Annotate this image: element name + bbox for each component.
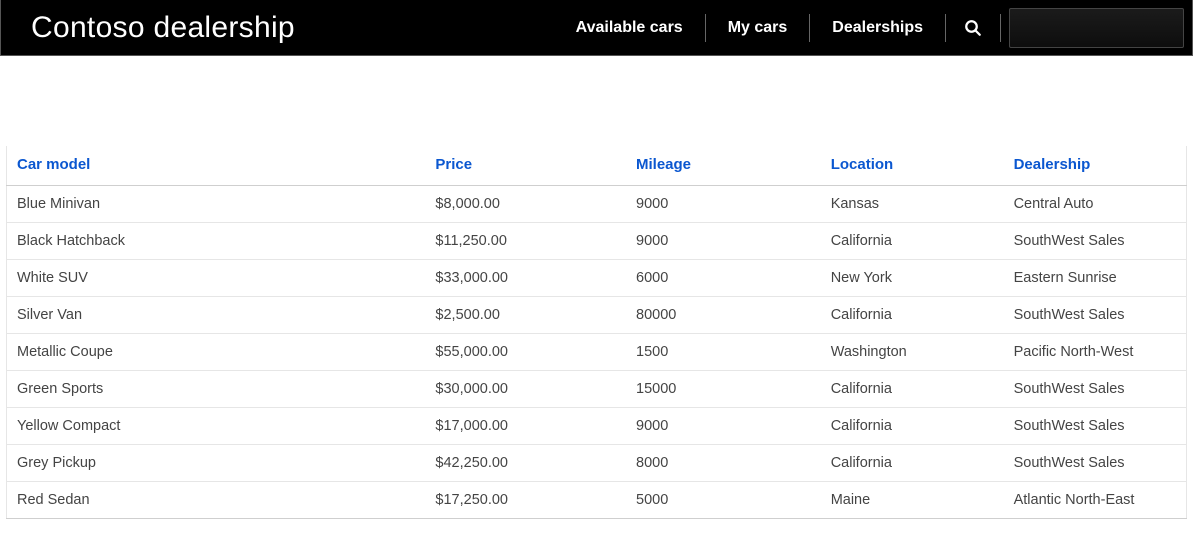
- cell-model: Red Sedan: [7, 482, 426, 519]
- table-row[interactable]: Blue Minivan$8,000.009000KansasCentral A…: [7, 186, 1187, 223]
- cell-mileage: 8000: [626, 445, 821, 482]
- cell-location: California: [821, 408, 1004, 445]
- cell-mileage: 9000: [626, 408, 821, 445]
- search-button[interactable]: [946, 14, 1001, 42]
- cell-dealership: SouthWest Sales: [1004, 297, 1187, 334]
- col-header-location[interactable]: Location: [821, 146, 1004, 186]
- cell-price: $8,000.00: [425, 186, 626, 223]
- cell-price: $17,000.00: [425, 408, 626, 445]
- cell-mileage: 6000: [626, 260, 821, 297]
- cell-price: $42,250.00: [425, 445, 626, 482]
- cell-model: Black Hatchback: [7, 223, 426, 260]
- brand-title: Contoso dealership: [31, 11, 295, 45]
- cell-model: White SUV: [7, 260, 426, 297]
- col-header-mileage[interactable]: Mileage: [626, 146, 821, 186]
- nav-dealerships[interactable]: Dealerships: [810, 14, 946, 42]
- cell-dealership: Pacific North-West: [1004, 334, 1187, 371]
- col-header-dealership[interactable]: Dealership: [1004, 146, 1187, 186]
- search-icon: [964, 19, 982, 37]
- cell-dealership: SouthWest Sales: [1004, 445, 1187, 482]
- topbar: Contoso dealership Available cars My car…: [0, 0, 1193, 56]
- table-row[interactable]: Green Sports$30,000.0015000CaliforniaSou…: [7, 371, 1187, 408]
- col-header-model[interactable]: Car model: [7, 146, 426, 186]
- cell-price: $11,250.00: [425, 223, 626, 260]
- cell-mileage: 1500: [626, 334, 821, 371]
- table-header-row: Car model Price Mileage Location Dealers…: [7, 146, 1187, 186]
- cell-location: Kansas: [821, 186, 1004, 223]
- cell-location: California: [821, 223, 1004, 260]
- cell-location: Maine: [821, 482, 1004, 519]
- cell-model: Yellow Compact: [7, 408, 426, 445]
- cell-model: Green Sports: [7, 371, 426, 408]
- cell-price: $30,000.00: [425, 371, 626, 408]
- cell-dealership: SouthWest Sales: [1004, 408, 1187, 445]
- nav-my-cars[interactable]: My cars: [706, 14, 811, 42]
- cell-mileage: 9000: [626, 223, 821, 260]
- cell-mileage: 80000: [626, 297, 821, 334]
- nav: Available cars My cars Dealerships: [554, 0, 1192, 55]
- table-row[interactable]: Red Sedan$17,250.005000MaineAtlantic Nor…: [7, 482, 1187, 519]
- cell-location: California: [821, 297, 1004, 334]
- cell-mileage: 9000: [626, 186, 821, 223]
- col-header-price[interactable]: Price: [425, 146, 626, 186]
- cell-price: $17,250.00: [425, 482, 626, 519]
- cell-dealership: Eastern Sunrise: [1004, 260, 1187, 297]
- table-row[interactable]: Silver Van$2,500.0080000CaliforniaSouthW…: [7, 297, 1187, 334]
- table-row[interactable]: Grey Pickup$42,250.008000CaliforniaSouth…: [7, 445, 1187, 482]
- cell-location: California: [821, 445, 1004, 482]
- content: Car model Price Mileage Location Dealers…: [0, 56, 1193, 525]
- cell-mileage: 5000: [626, 482, 821, 519]
- cell-location: New York: [821, 260, 1004, 297]
- table-row[interactable]: Metallic Coupe$55,000.001500WashingtonPa…: [7, 334, 1187, 371]
- cars-table: Car model Price Mileage Location Dealers…: [6, 146, 1187, 519]
- cell-price: $33,000.00: [425, 260, 626, 297]
- user-account-box[interactable]: [1009, 8, 1184, 48]
- cell-model: Metallic Coupe: [7, 334, 426, 371]
- table-row[interactable]: Black Hatchback$11,250.009000CaliforniaS…: [7, 223, 1187, 260]
- cell-model: Silver Van: [7, 297, 426, 334]
- cell-price: $55,000.00: [425, 334, 626, 371]
- cell-model: Grey Pickup: [7, 445, 426, 482]
- table-row[interactable]: White SUV$33,000.006000New YorkEastern S…: [7, 260, 1187, 297]
- cell-location: Washington: [821, 334, 1004, 371]
- cell-model: Blue Minivan: [7, 186, 426, 223]
- cell-location: California: [821, 371, 1004, 408]
- cell-price: $2,500.00: [425, 297, 626, 334]
- nav-available-cars[interactable]: Available cars: [554, 14, 706, 42]
- cell-mileage: 15000: [626, 371, 821, 408]
- cell-dealership: Atlantic North-East: [1004, 482, 1187, 519]
- cell-dealership: SouthWest Sales: [1004, 223, 1187, 260]
- table-row[interactable]: Yellow Compact$17,000.009000CaliforniaSo…: [7, 408, 1187, 445]
- cell-dealership: Central Auto: [1004, 186, 1187, 223]
- cell-dealership: SouthWest Sales: [1004, 371, 1187, 408]
